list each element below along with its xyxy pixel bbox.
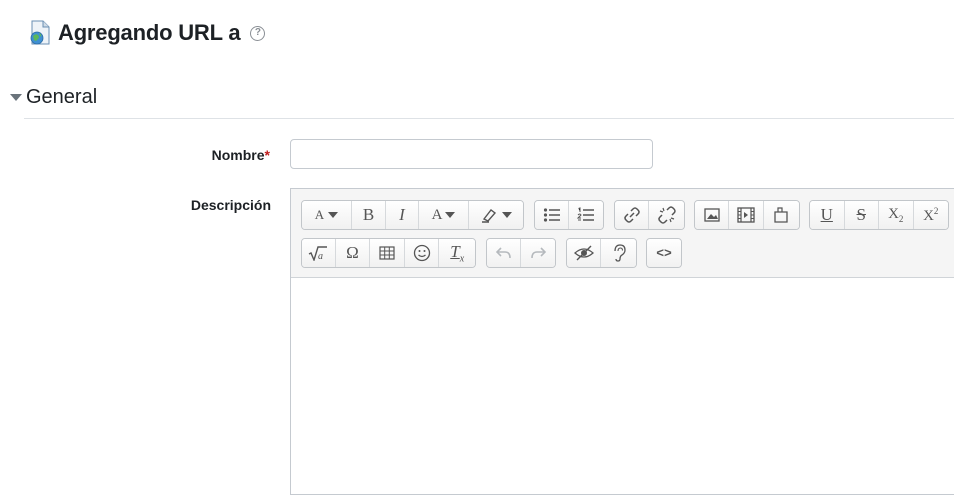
equation-icon: a bbox=[308, 246, 328, 261]
clear-formatting-button[interactable]: Tx bbox=[439, 239, 475, 267]
image-icon bbox=[704, 208, 720, 222]
html-source-icon: <> bbox=[656, 245, 672, 261]
subscript-button[interactable]: X2 bbox=[879, 201, 914, 229]
bold-button[interactable]: B bbox=[352, 201, 386, 229]
clear-formatting-index: x bbox=[459, 253, 465, 265]
undo-button[interactable] bbox=[487, 239, 522, 267]
text-color-icon: A bbox=[432, 207, 456, 224]
subscript-icon: X2 bbox=[888, 206, 903, 224]
equation-button[interactable]: a bbox=[302, 239, 336, 267]
toolbar-group-insert: a Ω Tx bbox=[301, 238, 476, 268]
redo-button[interactable] bbox=[521, 239, 555, 267]
italic-button[interactable]: I bbox=[386, 201, 419, 229]
editor-toolbar: A B I A U S X2 X2 a Ω Tx <> bbox=[291, 189, 954, 278]
font-size-button[interactable]: A bbox=[302, 201, 352, 229]
font-size-glyph: A bbox=[314, 207, 325, 222]
underline-icon: U bbox=[820, 205, 833, 224]
clear-formatting-icon: Tx bbox=[450, 242, 464, 264]
manage-files-icon bbox=[774, 207, 788, 223]
screenreader-helper-icon bbox=[613, 244, 626, 262]
nombre-input[interactable] bbox=[290, 139, 653, 169]
superscript-index: 2 bbox=[933, 205, 939, 216]
unlink-button[interactable] bbox=[649, 201, 684, 229]
chevron-down-icon bbox=[10, 94, 22, 101]
toolbar-group-accessibility bbox=[566, 238, 637, 268]
page-title: Agregando URL a bbox=[58, 20, 241, 45]
superscript-icon: X2 bbox=[923, 206, 938, 225]
manage-files-button[interactable] bbox=[763, 201, 799, 229]
background-color-icon bbox=[481, 207, 512, 223]
toolbar-group-html: <> bbox=[646, 238, 682, 268]
underline-button[interactable]: U bbox=[810, 201, 845, 229]
text-color-button[interactable]: A bbox=[419, 201, 469, 229]
unlink-icon bbox=[657, 206, 676, 224]
link-button[interactable] bbox=[615, 201, 650, 229]
unordered-list-icon bbox=[543, 208, 560, 222]
required-mark: * bbox=[264, 147, 270, 163]
section-title: General bbox=[26, 86, 98, 108]
ordered-list-button[interactable] bbox=[569, 201, 603, 229]
superscript-glyph: X bbox=[923, 207, 934, 224]
table-icon bbox=[379, 246, 395, 260]
accessibility-checker-button[interactable] bbox=[567, 239, 602, 267]
section-general-toggle[interactable]: General bbox=[10, 86, 97, 109]
subscript-glyph: X bbox=[888, 206, 899, 222]
media-icon bbox=[737, 207, 755, 223]
url-resource-icon bbox=[28, 20, 52, 46]
image-button[interactable] bbox=[695, 201, 730, 229]
strikethrough-button[interactable]: S bbox=[844, 201, 879, 229]
background-color-button[interactable] bbox=[469, 201, 523, 229]
special-characters-icon: Ω bbox=[346, 243, 359, 262]
toolbar-group-style: A B I A bbox=[301, 200, 524, 230]
subscript-index: 2 bbox=[898, 214, 904, 224]
toolbar-group-undo bbox=[486, 238, 556, 268]
special-characters-button[interactable]: Ω bbox=[335, 239, 371, 267]
toolbar-group-links bbox=[614, 200, 685, 230]
page: Agregando URL a ? General Nombre* Descri… bbox=[0, 0, 954, 504]
font-size-icon: A bbox=[314, 207, 339, 223]
descripcion-label: Descripción bbox=[190, 197, 271, 213]
page-header: Agregando URL a ? bbox=[28, 18, 266, 48]
help-icon[interactable]: ? bbox=[250, 25, 266, 41]
description-editor: A B I A U S X2 X2 a Ω Tx <> bbox=[290, 188, 954, 495]
emoticon-icon bbox=[413, 244, 430, 262]
strikethrough-icon: S bbox=[856, 205, 866, 224]
redo-icon bbox=[531, 247, 546, 259]
italic-icon: I bbox=[399, 205, 405, 224]
toolbar-group-font: U S X2 X2 bbox=[809, 200, 949, 230]
media-button[interactable] bbox=[729, 201, 764, 229]
svg-text:a: a bbox=[318, 251, 323, 261]
text-color-glyph: A bbox=[431, 206, 443, 223]
nombre-label: Nombre* bbox=[150, 147, 270, 163]
bold-icon: B bbox=[362, 205, 375, 224]
accessibility-checker-icon bbox=[573, 245, 594, 261]
emoticon-button[interactable] bbox=[404, 239, 440, 267]
unordered-list-button[interactable] bbox=[535, 201, 570, 229]
editor-content-area[interactable] bbox=[291, 278, 954, 494]
html-source-button[interactable]: <> bbox=[647, 239, 681, 267]
toolbar-group-media bbox=[694, 200, 800, 230]
screenreader-helper-button[interactable] bbox=[601, 239, 636, 267]
toolbar-group-lists bbox=[534, 200, 604, 230]
nombre-label-text: Nombre bbox=[211, 147, 265, 163]
table-button[interactable] bbox=[370, 239, 405, 267]
link-icon bbox=[623, 207, 640, 223]
undo-icon bbox=[495, 247, 511, 259]
ordered-list-icon bbox=[577, 207, 594, 221]
section-divider bbox=[24, 118, 954, 119]
superscript-button[interactable]: X2 bbox=[913, 201, 948, 229]
clear-formatting-glyph: T bbox=[450, 241, 460, 261]
